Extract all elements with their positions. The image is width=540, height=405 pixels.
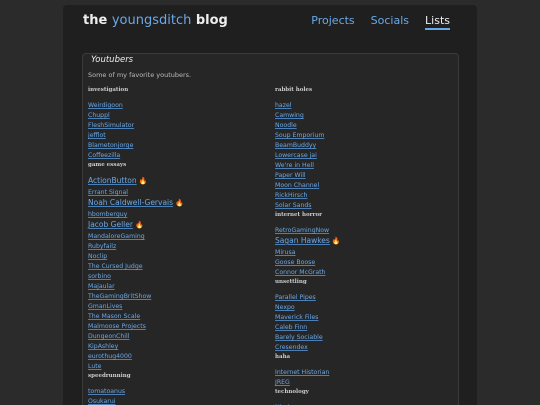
group-heading: unsettling <box>275 279 307 285</box>
list-item: Majaular <box>88 278 258 290</box>
list-item: Solar Sands <box>275 197 445 209</box>
nav-lists[interactable]: Lists <box>425 14 450 30</box>
group-heading: game essays <box>88 162 127 168</box>
fire-icon: 🔥 <box>331 237 341 245</box>
list-item: The Mason Scale <box>88 308 258 320</box>
list-item: ActionButton 🔥 <box>88 172 258 185</box>
list-item: eurothug4000 <box>88 348 258 360</box>
card-title: Youtubers <box>91 55 134 65</box>
channel-link[interactable]: JREG <box>275 379 290 386</box>
group-heading: technology <box>275 389 309 395</box>
left-column: investigation Weirdigoon Chuppl FleshSimula… <box>88 87 258 405</box>
group-technology: technologyNirviLowSpecGamer <box>275 389 445 405</box>
nav-socials[interactable]: Socials <box>371 14 409 30</box>
list-item: Lowercase jai <box>275 147 445 159</box>
list-item: Jacob Geller 🔥 <box>88 216 258 229</box>
list-item: BeamBuddyy <box>275 137 445 149</box>
list-item: Blametonjorge <box>88 137 258 149</box>
brand-prefix: the <box>83 13 108 28</box>
right-column: rabbit holes hazel Camwing Noodle Soup Empor… <box>275 87 445 405</box>
list-item: GmanLives <box>88 298 258 310</box>
group-heading: rabbit holes <box>275 87 313 93</box>
fire-icon: 🔥 <box>138 177 148 185</box>
list-item: Moon Channel <box>275 177 445 189</box>
group-haha: haha Internet Historian JREG <box>275 354 445 386</box>
group-speedrunning: speedrunningtomatoanusOsukaruiMauahi <box>88 373 258 405</box>
group-heading: investigation <box>88 87 129 93</box>
list-item: Internet Historian <box>275 364 445 376</box>
group-heading: internet horror <box>275 212 323 218</box>
list-item: hazel <box>275 97 445 109</box>
site-brand[interactable]: the youngsditch blog <box>83 13 228 28</box>
channel-link[interactable]: Cresendex <box>275 344 308 351</box>
list-item: Rubyfailz <box>88 238 258 250</box>
list-item: Errant Signal <box>88 184 258 196</box>
group-game-essays: game essays ActionButton 🔥 Errant Signal Noa… <box>88 162 258 370</box>
list-item: Weirdigoon <box>88 97 258 109</box>
list-item: FleshSimulator <box>88 117 258 129</box>
list-item: RickHirsch <box>275 187 445 199</box>
list-item: We're in Hell <box>275 157 445 169</box>
group-unsettling: unsettling Parallel Pipes Nexpo Maverick Fi… <box>275 279 445 351</box>
list-item: Coffeezilla <box>88 147 258 159</box>
list-item: Sagan Hawkes 🔥 <box>275 232 445 245</box>
channel-link[interactable]: Connor McGrath <box>275 269 325 276</box>
list-item: Soup Emporium <box>275 127 445 139</box>
group-investigation: investigation Weirdigoon Chuppl FleshSimula… <box>88 87 258 159</box>
nav-projects[interactable]: Projects <box>311 14 354 30</box>
list-item: Goose Boose <box>275 254 445 266</box>
list-item: KipAshley <box>88 338 258 350</box>
list-item: MandaloreGaming <box>88 228 258 240</box>
main-nav: Projects Socials Lists <box>311 14 450 30</box>
list-item: hbomberguy <box>88 206 258 218</box>
list-item: Parallel Pipes <box>275 289 445 301</box>
brand-suffix: blog <box>195 13 228 28</box>
group-internet-horror: internet horror RetroGamingNow Sagan Hawke… <box>275 212 445 276</box>
list-item: Connor McGrath <box>275 264 445 276</box>
group-rabbit-holes: rabbit holes hazel Camwing Noodle Soup Empor… <box>275 87 445 209</box>
page-container: the youngsditch blog Projects Socials Li… <box>63 5 477 405</box>
list-item: Mirusa <box>275 244 445 256</box>
list-item: TheGamingBritShow <box>88 288 258 300</box>
list-item: Camwing <box>275 107 445 119</box>
list-item: RetroGamingNow <box>275 222 445 234</box>
list-item: Caleb Finn <box>275 319 445 331</box>
list-item: Paper Will <box>275 167 445 179</box>
list-item: Cresendex <box>275 339 445 351</box>
list-item: Noah Caldwell-Gervais 🔥 <box>88 194 258 207</box>
list-item: Malmoose Projects <box>88 318 258 330</box>
list-item: Maverick Files <box>275 309 445 321</box>
channel-link[interactable]: Solar Sands <box>275 202 312 209</box>
group-heading: haha <box>275 354 291 360</box>
list-item: tomatoanus <box>88 383 258 395</box>
brand-highlight: youngsditch <box>111 13 192 28</box>
group-heading: speedrunning <box>88 373 131 379</box>
fire-icon: 🔥 <box>175 199 184 207</box>
site-header: the youngsditch blog Projects Socials Li… <box>63 5 477 39</box>
list-item: Barely Sociable <box>275 329 445 341</box>
list-item: The Cursed Judge <box>88 258 258 270</box>
youtubers-card: Youtubers Some of my favorite youtubers.… <box>82 53 459 405</box>
list-item: DungeonChill <box>88 328 258 340</box>
channel-link[interactable]: Coffeezilla <box>88 152 120 159</box>
list-item: Osukarui <box>88 393 258 405</box>
card-subtitle: Some of my favorite youtubers. <box>88 71 192 79</box>
list-item: Nirvi <box>275 399 445 405</box>
channel-link[interactable]: Lute <box>88 363 102 370</box>
